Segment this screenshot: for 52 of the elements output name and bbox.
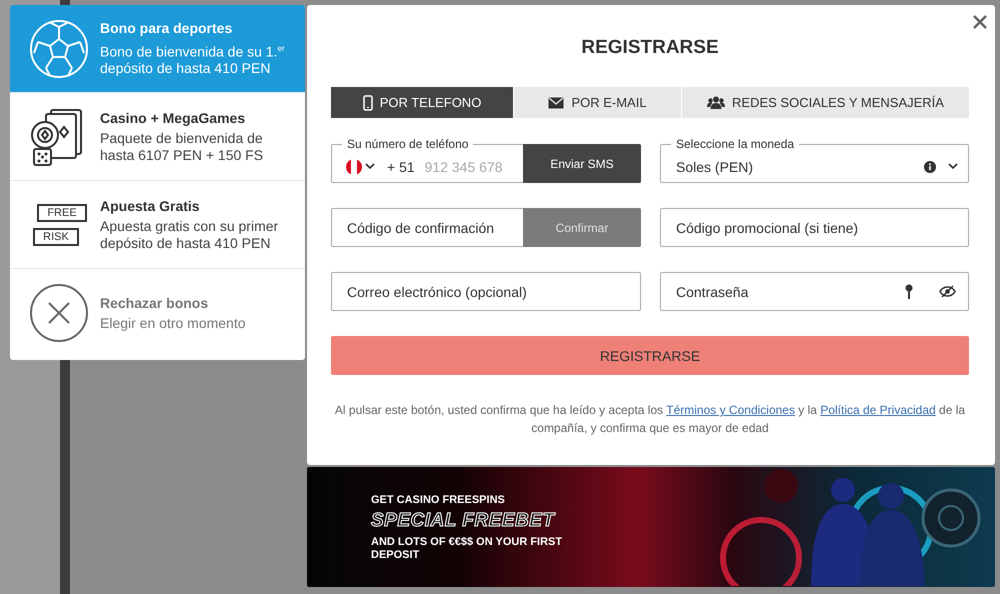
info-icon xyxy=(924,160,936,172)
country-code: + 51 xyxy=(387,158,415,174)
banner-kicker: GET CASINO FREESPINS xyxy=(371,492,506,506)
promo-banner[interactable]: GET CASINO FREESPINS SPECIAL FREEBET AND LOTS OF €€$$ ON YOUR FIRST DEPOSIT xyxy=(307,467,995,587)
bonus-title: Casino + MegaGames xyxy=(100,110,246,126)
send-sms-button[interactable]: Enviar SMS xyxy=(523,144,641,183)
register-button[interactable]: REGISTRARSE xyxy=(331,336,969,375)
ribbon-tag: RISK xyxy=(33,228,79,246)
phone-number-field[interactable]: Su número de teléfono + 51 912 345 678 Enviar SMS xyxy=(331,137,641,183)
ribbon-tag: FREE xyxy=(37,204,87,222)
close-icon xyxy=(973,15,987,29)
promo-code-field[interactable]: Código promocional (si tiene) xyxy=(660,208,969,247)
modal-title: REGISTRARSE xyxy=(580,36,720,60)
bonus-title: Rechazar bonos xyxy=(100,294,210,310)
flag-icon xyxy=(346,158,362,174)
banner-headline: SPECIAL FREEBET xyxy=(371,508,556,532)
bonus-description: Apuesta gratis con su primer depósito de hasta 410 PEN xyxy=(100,218,280,252)
banner-subline: AND LOTS OF €€$$ ON YOUR FIRST DEPOSIT xyxy=(371,536,564,562)
currency-select[interactable]: Seleccione la moneda Soles (PEN) xyxy=(660,137,969,183)
email-field[interactable]: Correo electrónico (opcional) xyxy=(331,272,641,311)
users-icon xyxy=(707,96,726,109)
phone-number-input[interactable]: 912 345 678 xyxy=(414,156,523,178)
email-input[interactable]: Correo electrónico (opcional) xyxy=(332,280,640,302)
soccer-ball-icon xyxy=(29,18,89,78)
field-label: Su número de teléfono xyxy=(346,137,470,151)
registration-tab[interactable]: REDES SOCIALES Y MENSAJERÍA xyxy=(681,87,969,118)
bonus-title: Bono para deportes xyxy=(100,20,234,36)
envelope-icon xyxy=(548,96,564,108)
bonus-option[interactable]: Casino + MegaGames Paquete de bienvenida de hasta 6107 PEN + 150 FS xyxy=(10,93,305,181)
currency-value: Soles (PEN) xyxy=(675,158,754,174)
field-label: Seleccione la moneda xyxy=(675,137,796,151)
terms-link[interactable]: Política de Privacidad xyxy=(820,403,936,417)
phone-icon xyxy=(362,94,373,110)
promo-code-input[interactable]: Código promocional (si tiene) xyxy=(661,216,968,238)
key-icon xyxy=(905,284,913,300)
close-circle-icon xyxy=(29,283,89,343)
terms-link[interactable]: Términos y Condiciones xyxy=(666,403,795,417)
chevron-down-icon xyxy=(948,163,958,170)
password-field[interactable]: Contraseña xyxy=(660,272,969,311)
eye-slash-icon xyxy=(939,285,956,298)
bonus-description: Elegir en otro momento xyxy=(100,314,246,332)
confirmation-code-input[interactable]: Código de confirmación xyxy=(332,216,523,238)
bonus-option[interactable]: Rechazar bonos Elegir en otro momento xyxy=(10,269,305,357)
terms-text: Al pulsar este botón, usted confirma que ha leído y acepta los Términos y Condiciones y la Política de Privacidad de la compañía, y confirma que es mayor de edad xyxy=(334,402,966,437)
bonus-title: Apuesta Gratis xyxy=(100,198,201,214)
bonus-option[interactable]: FREE RISK Apuesta Gratis Apuesta gratis con su primer depósito de hasta 410 PEN xyxy=(10,181,305,269)
password-input[interactable]: Contraseña xyxy=(661,280,905,302)
bonus-description: Bono de bienvenida de su 1.$^{er}$ depósito de hasta 410 PEN xyxy=(100,42,286,78)
registration-tab[interactable]: POR TELEFONO xyxy=(331,87,513,118)
close-button[interactable] xyxy=(973,15,987,29)
bonus-description: Paquete de bienvenida de hasta 6107 PEN + 150 FS xyxy=(100,130,264,164)
chevron-down-icon xyxy=(365,163,375,170)
